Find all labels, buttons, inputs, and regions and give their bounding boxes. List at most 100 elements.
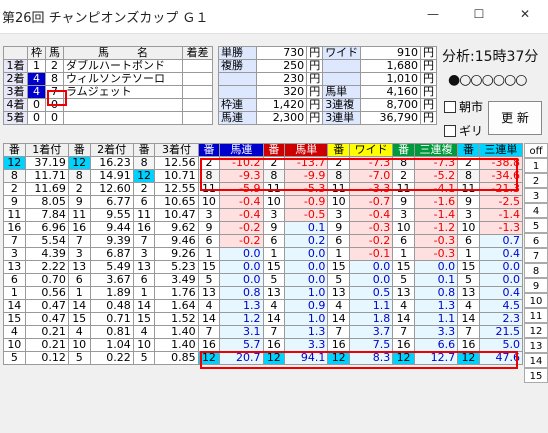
odds-value-cell: 0.70 <box>24 273 69 287</box>
grid-header[interactable]: 番 <box>392 143 415 157</box>
grid-header[interactable]: 番 <box>457 143 480 157</box>
odds-value-cell: 20.7 <box>219 351 264 365</box>
odds-value-cell: -13.7 <box>284 156 329 170</box>
odds-value-cell: 1.40 <box>154 338 199 352</box>
odds-value-cell: 0.9 <box>284 299 329 313</box>
maximize-icon[interactable]: ☐ <box>456 0 502 28</box>
filter-button[interactable]: 8 <box>524 263 548 278</box>
payout-cell: 円 <box>420 98 437 112</box>
horse-number-cell: 5 <box>197 273 221 287</box>
odds-value-cell: -0.4 <box>348 208 394 222</box>
odds-value-cell: 0.0 <box>219 260 264 274</box>
odds-value-cell: -1.4 <box>478 208 524 222</box>
refresh-button[interactable]: 更 新 <box>488 101 542 135</box>
grid-header[interactable]: 三連単 <box>478 143 524 157</box>
odds-value-cell: 9.44 <box>89 221 134 235</box>
refresh-interval-radios[interactable]: ●○○○○○○ <box>448 72 528 88</box>
odds-value-cell: -0.1 <box>348 247 394 261</box>
horse-number-cell: 2 <box>67 182 91 196</box>
horse-number-cell: 9 <box>457 195 480 209</box>
filter-button[interactable]: 6 <box>524 233 548 248</box>
filter-button[interactable]: 7 <box>524 248 548 263</box>
grid-row: 1 0.56 1 1.89 1 1.76 13 0.8 13 1.0 13 0.5 13 0.8 13 0.4 <box>3 286 524 300</box>
minimize-icon[interactable]: — <box>410 0 456 28</box>
grid-header[interactable]: 2着付 <box>89 143 134 157</box>
grid-header[interactable]: 番 <box>197 143 221 157</box>
filter-button[interactable]: 12 <box>524 323 548 338</box>
payout-cell <box>322 59 362 73</box>
payout-cell: 2,300 <box>255 111 308 125</box>
horse-name: ラムジェット <box>63 85 183 99</box>
odds-value-cell: -0.3 <box>413 234 459 248</box>
close-icon[interactable]: ✕ <box>502 0 548 28</box>
payout-cell: 円 <box>420 59 437 73</box>
giri-checkbox[interactable]: ギリ <box>444 122 483 139</box>
filter-button[interactable]: 4 <box>524 203 548 218</box>
analysis-time: 分析:15時37分 <box>442 49 539 65</box>
horse-number-cell: 13 <box>197 286 221 300</box>
payout-row: 単勝 730 円ワイド 910 円 <box>218 46 437 60</box>
odds-value-cell: -1.2 <box>413 221 459 235</box>
horse-number-cell: 16 <box>132 221 156 235</box>
odds-value-cell: 0.21 <box>24 338 69 352</box>
payout-cell: 8,700 <box>360 98 421 112</box>
grid-header[interactable]: 番 <box>327 143 350 157</box>
odds-value-cell: 0.4 <box>478 286 524 300</box>
grid-header[interactable]: 番 <box>3 143 26 157</box>
grid-header[interactable]: 三連複 <box>413 143 459 157</box>
odds-value-cell: 9.62 <box>154 221 199 235</box>
horse-number-cell: 5 <box>3 351 26 365</box>
grid-header[interactable]: 馬連 <box>219 143 264 157</box>
odds-value-cell: 1.2 <box>219 312 264 326</box>
result-row: 4着 0 0 <box>3 98 213 112</box>
horse-number-cell: 4 <box>3 325 26 339</box>
filter-button[interactable]: 5 <box>524 218 548 233</box>
horse-number-cell: 5 <box>457 273 480 287</box>
horse-number-cell: 7 <box>457 325 480 339</box>
odds-value-cell: -2.5 <box>478 195 524 209</box>
horse-number-cell: 6 <box>132 273 156 287</box>
horse-number-cell: 14 <box>197 312 221 326</box>
odds-value-cell: 0.22 <box>89 351 134 365</box>
filter-button[interactable]: 1 <box>524 158 548 173</box>
result-row: 1着 1 2 ダブルハートボンド <box>3 59 213 73</box>
grid-header[interactable]: ワイド <box>348 143 394 157</box>
odds-value-cell: -10.2 <box>219 156 264 170</box>
filter-button[interactable]: 10 <box>524 293 548 308</box>
horse-number-cell: 11 <box>3 208 26 222</box>
filter-button[interactable]: 2 <box>524 173 548 188</box>
horse-number-cell: 1 <box>262 247 286 261</box>
result-head-waku: 枠 <box>27 46 46 60</box>
horse-number-cell: 6 <box>67 273 91 287</box>
filter-button[interactable]: 14 <box>524 353 548 368</box>
grid-header[interactable]: 番 <box>262 143 286 157</box>
morning-checkbox[interactable]: 朝市 <box>444 98 483 115</box>
horse-number-cell: 9 <box>262 221 286 235</box>
odds-grid: 番 1着付番 2着付番 3着付番馬連番馬単番ワイド番三連複番三連単 12 37.19 12… <box>3 143 524 365</box>
grid-header[interactable]: 番 <box>67 143 91 157</box>
horse-number-cell: 12 <box>197 351 221 365</box>
grid-header[interactable]: 1着付 <box>24 143 69 157</box>
horse-number-cell: 10 <box>67 338 91 352</box>
horse-number-cell: 11 <box>67 208 91 222</box>
horse-number-cell: 2 <box>327 156 350 170</box>
filter-button[interactable]: 3 <box>524 188 548 203</box>
result-head-name: 馬 名 <box>63 46 183 60</box>
filter-button[interactable]: 15 <box>524 368 548 383</box>
filter-button[interactable]: 11 <box>524 308 548 323</box>
horse-number-cell: 3 <box>132 247 156 261</box>
horse-number-cell: 8 <box>327 169 350 183</box>
odds-value-cell: 1.40 <box>154 325 199 339</box>
grid-header[interactable]: 馬単 <box>284 143 329 157</box>
odds-value-cell: -0.2 <box>219 234 264 248</box>
filter-button[interactable]: off <box>524 143 548 158</box>
filter-button[interactable]: 9 <box>524 278 548 293</box>
filter-button[interactable]: 13 <box>524 338 548 353</box>
grid-header[interactable]: 3着付 <box>154 143 199 157</box>
horse-number-cell: 7 <box>67 234 91 248</box>
horse-number-cell: 15 <box>132 312 156 326</box>
odds-value-cell: 11.71 <box>24 169 69 183</box>
payout-cell: 36,790 <box>360 111 421 125</box>
grid-header[interactable]: 番 <box>132 143 156 157</box>
horse-num: 0 <box>45 111 64 125</box>
